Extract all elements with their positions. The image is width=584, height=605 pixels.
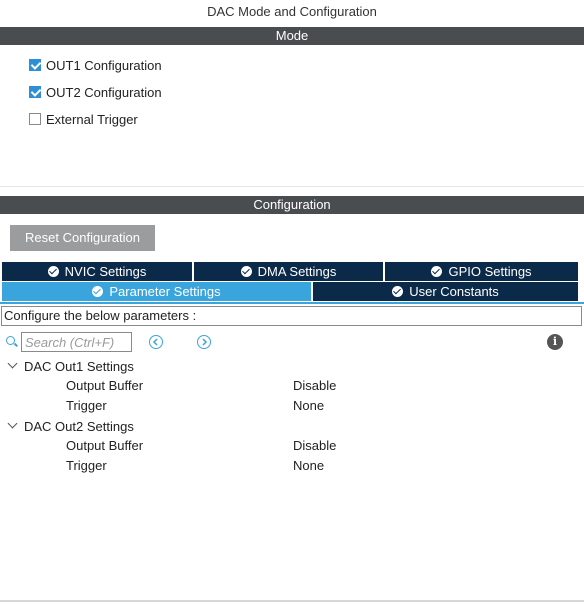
param-value[interactable]: Disable <box>293 436 336 456</box>
check-icon <box>92 286 104 297</box>
group-dac-out1-settings[interactable]: DAC Out1 Settings <box>6 356 134 376</box>
check-icon <box>392 286 404 297</box>
mode-header: Mode <box>0 27 584 45</box>
chevron-down-icon[interactable] <box>6 359 20 373</box>
splitter[interactable] <box>0 186 584 196</box>
tab-label: GPIO Settings <box>448 264 532 279</box>
external-trigger-checkbox[interactable] <box>29 113 41 125</box>
tab-label: DMA Settings <box>257 264 337 279</box>
tab-parameter-settings[interactable]: Parameter Settings <box>2 282 311 301</box>
out2-label: OUT2 Configuration <box>46 84 162 100</box>
next-icon[interactable] <box>197 335 211 349</box>
group-label: DAC Out2 Settings <box>24 418 134 434</box>
tab-label: User Constants <box>409 284 499 299</box>
tab-label: NVIC Settings <box>64 264 147 279</box>
out1-checkbox[interactable] <box>29 59 41 71</box>
previous-icon[interactable] <box>149 335 163 349</box>
search-icon <box>5 335 19 349</box>
tab-dma-settings[interactable]: DMA Settings <box>194 262 383 281</box>
mode-panel: OUT1 Configuration OUT2 Configuration Ex… <box>0 45 584 186</box>
check-icon <box>240 266 252 277</box>
tab-user-constants[interactable]: User Constants <box>313 282 578 301</box>
tab-nvic-settings[interactable]: NVIC Settings <box>2 262 192 281</box>
param-name: Output Buffer <box>66 438 144 453</box>
out2-checkbox[interactable] <box>29 86 41 98</box>
info-icon[interactable]: i <box>547 334 563 350</box>
external-trigger-option[interactable]: External Trigger <box>29 110 138 128</box>
out1-configuration-option[interactable]: OUT1 Configuration <box>29 56 162 74</box>
tab-gpio-settings[interactable]: GPIO Settings <box>385 262 578 281</box>
out2-configuration-option[interactable]: OUT2 Configuration <box>29 83 162 101</box>
group-label: DAC Out1 Settings <box>24 358 134 374</box>
param-value[interactable]: None <box>293 456 324 476</box>
tab-underline <box>0 302 584 304</box>
instruction-text: Configure the below parameters : <box>1 306 582 326</box>
reset-configuration-button[interactable]: Reset Configuration <box>10 225 155 251</box>
param-value[interactable]: Disable <box>293 376 336 396</box>
param-name: Trigger <box>66 398 107 413</box>
configuration-header: Configuration <box>0 196 584 214</box>
external-trigger-label: External Trigger <box>46 111 138 127</box>
window-title: DAC Mode and Configuration <box>207 4 377 19</box>
out1-label: OUT1 Configuration <box>46 57 162 73</box>
check-icon <box>47 266 59 277</box>
param-name: Trigger <box>66 458 107 473</box>
check-icon <box>431 266 443 277</box>
chevron-down-icon[interactable] <box>6 419 20 433</box>
search-bar <box>5 332 132 352</box>
param-name: Output Buffer <box>66 378 144 393</box>
bottom-border <box>0 600 584 602</box>
search-input[interactable] <box>21 332 132 352</box>
tab-label: Parameter Settings <box>109 284 221 299</box>
group-dac-out2-settings[interactable]: DAC Out2 Settings <box>6 416 134 436</box>
param-value[interactable]: None <box>293 396 324 416</box>
